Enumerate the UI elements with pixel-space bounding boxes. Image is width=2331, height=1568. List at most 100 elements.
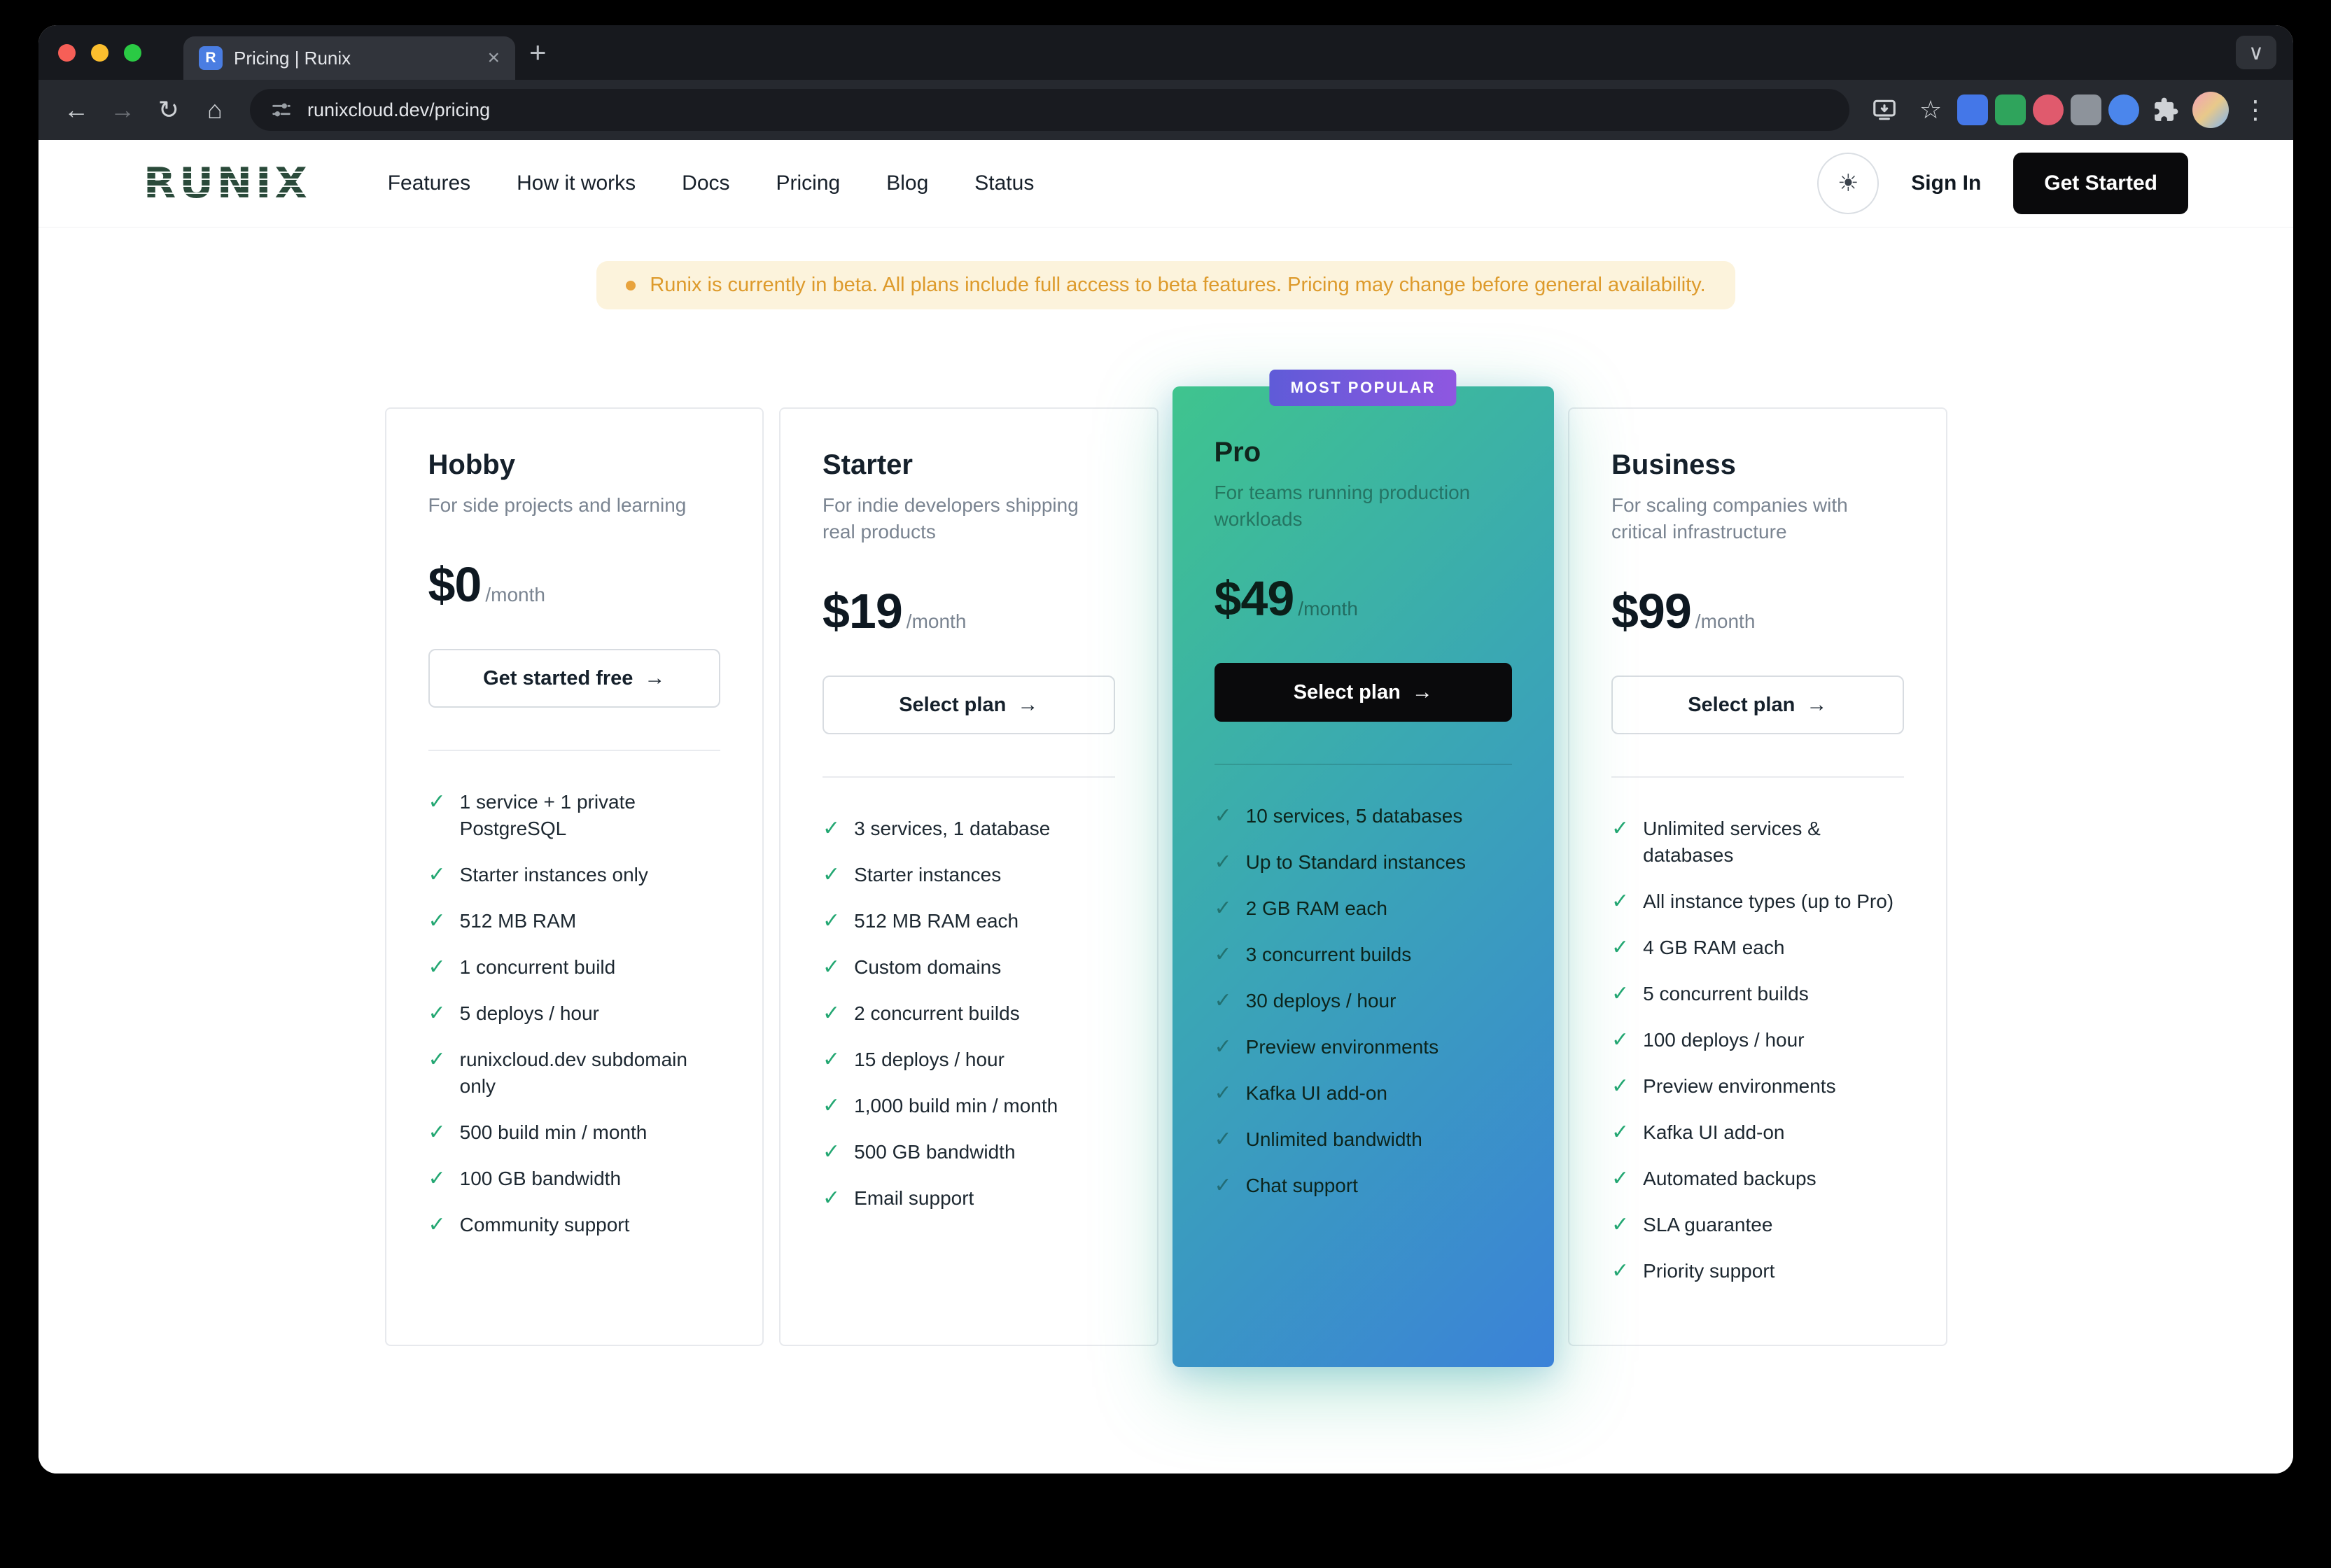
check-icon: ✓: [1214, 1172, 1232, 1199]
sign-in-link[interactable]: Sign In: [1911, 172, 1981, 195]
check-icon: ✓: [1611, 1212, 1629, 1238]
feature-text: Starter instances only: [460, 862, 648, 888]
feature-list: ✓1 service + 1 private PostgreSQL✓Starte…: [428, 789, 721, 1258]
minimize-window-button[interactable]: [91, 44, 108, 62]
feature-item: ✓ 500 build min / month: [428, 1119, 721, 1146]
tab-close-icon[interactable]: ×: [487, 48, 500, 69]
plan-name: Business: [1611, 449, 1904, 481]
nav-item-status[interactable]: Status: [974, 172, 1034, 195]
beta-banner: Runix is currently in beta. All plans in…: [596, 261, 1735, 309]
feature-item: ✓10 services, 5 databases: [1214, 803, 1513, 830]
get-started-button[interactable]: Get Started: [2013, 153, 2188, 214]
feature-text: 10 services, 5 databases: [1246, 803, 1463, 830]
bookmark-star-icon[interactable]: ☆: [1911, 90, 1950, 130]
forward-button[interactable]: →: [103, 90, 142, 130]
feature-text: 3 services, 1 database: [854, 816, 1050, 842]
home-button[interactable]: ⌂: [195, 90, 234, 130]
address-bar[interactable]: runixcloud.dev/pricing: [250, 89, 1849, 131]
extension-icon-2[interactable]: [1995, 94, 2026, 125]
feature-text: 512 MB RAM each: [854, 908, 1018, 934]
extensions-puzzle-icon[interactable]: [2146, 90, 2185, 130]
feature-item: ✓1 service + 1 private PostgreSQL: [428, 789, 721, 842]
check-icon: ✓: [428, 1119, 446, 1146]
site-info-icon[interactable]: [270, 98, 293, 122]
extension-icon-3[interactable]: [2033, 94, 2064, 125]
plan-card-pro: MOST POPULAR Pro For teams running produ…: [1172, 386, 1555, 1367]
extension-icon-1[interactable]: [1957, 94, 1988, 125]
plan-price: $19 /month: [822, 583, 1115, 639]
reload-button[interactable]: ↻: [149, 90, 188, 130]
select-plan-button-pro[interactable]: Select plan →: [1214, 663, 1513, 722]
extension-icon-4[interactable]: [2071, 94, 2101, 125]
nav-item-blog[interactable]: Blog: [886, 172, 928, 195]
nav-item-pricing[interactable]: Pricing: [776, 172, 841, 195]
feature-text: 30 deploys / hour: [1246, 988, 1396, 1014]
back-button[interactable]: ←: [57, 90, 96, 130]
plan-card-starter: Starter For indie developers shipping re…: [779, 407, 1158, 1346]
check-icon: ✓: [428, 954, 446, 981]
arrow-right-icon: →: [644, 666, 665, 690]
main-nav: Features How it works Docs Pricing Blog Statu…: [388, 172, 1035, 195]
feature-text: 500 build min / month: [460, 1119, 648, 1146]
feature-text: 5 concurrent builds: [1643, 981, 1809, 1007]
extension-icon-5[interactable]: [2108, 94, 2139, 125]
browser-menu-icon[interactable]: ⋮: [2236, 90, 2275, 130]
plan-description: For indie developers shipping real produ…: [822, 492, 1115, 545]
theme-toggle-button[interactable]: ☀: [1817, 153, 1879, 214]
check-icon: ✓: [428, 1166, 446, 1192]
feature-text: 512 MB RAM: [460, 908, 577, 934]
browser-tab[interactable]: R Pricing | Runix ×: [183, 36, 515, 80]
plan-description: For teams running production workloads: [1214, 479, 1513, 533]
arrow-right-icon: →: [1017, 693, 1038, 717]
feature-item: ✓15 deploys / hour: [822, 1046, 1115, 1073]
feature-text: runixcloud.dev subdomain only: [460, 1046, 720, 1100]
check-icon: ✓: [1611, 1166, 1629, 1192]
sun-icon: ☀: [1837, 169, 1858, 197]
plan-description: For side projects and learning: [428, 492, 721, 519]
feature-text: 1 concurrent build: [460, 954, 616, 981]
check-icon: ✓: [1611, 934, 1629, 961]
feature-item: ✓2 GB RAM each: [1214, 895, 1513, 922]
plan-price: $49 /month: [1214, 570, 1513, 626]
profile-avatar[interactable]: [2192, 92, 2229, 128]
check-icon: ✓: [1214, 988, 1232, 1014]
feature-item: ✓5 concurrent builds: [1611, 981, 1904, 1007]
feature-item: ✓4 GB RAM each: [1611, 934, 1904, 961]
feature-text: 15 deploys / hour: [854, 1046, 1004, 1073]
new-tab-button[interactable]: +: [529, 36, 547, 69]
check-icon: ✓: [1611, 1119, 1629, 1146]
runix-logo[interactable]: RUNIX: [144, 159, 311, 208]
select-plan-button-starter[interactable]: Select plan →: [822, 676, 1115, 734]
check-icon: ✓: [1611, 816, 1629, 842]
tab-search-chevron-icon[interactable]: ∨: [2236, 36, 2276, 69]
check-icon: ✓: [1611, 1073, 1629, 1100]
divider: [428, 750, 721, 751]
feature-item: ✓Kafka UI add-on: [1214, 1080, 1513, 1107]
feature-item: ✓Preview environments: [1611, 1073, 1904, 1100]
feature-text: Unlimited services & databases: [1643, 816, 1903, 869]
feature-item: ✓Custom domains: [822, 954, 1115, 981]
check-icon: ✓: [1611, 1027, 1629, 1054]
feature-text: Email support: [854, 1185, 974, 1212]
maximize-window-button[interactable]: [124, 44, 141, 62]
check-icon: ✓: [1611, 888, 1629, 915]
feature-text: SLA guarantee: [1643, 1212, 1772, 1238]
feature-item: ✓ 30 deploys / hour: [1214, 988, 1513, 1014]
browser-toolbar: ← → ↻ ⌂ runixcloud.dev/pricing ☆: [38, 80, 2293, 140]
nav-item-docs[interactable]: Docs: [682, 172, 729, 195]
plan-card-business: Business For scaling companies with crit…: [1568, 407, 1947, 1346]
plan-card-hobby: Hobby For side projects and learning $0 …: [385, 407, 764, 1346]
feature-text: Priority support: [1643, 1258, 1774, 1284]
feature-item: ✓100 deploys / hour: [1611, 1027, 1904, 1054]
feature-item: ✓3 concurrent builds: [1214, 941, 1513, 968]
nav-item-how-it-works[interactable]: How it works: [517, 172, 636, 195]
get-started-free-button[interactable]: Get started free →: [428, 649, 721, 708]
close-window-button[interactable]: [58, 44, 76, 62]
feature-text: 1 service + 1 private PostgreSQL: [460, 789, 720, 842]
check-icon: ✓: [822, 954, 840, 981]
nav-item-features[interactable]: Features: [388, 172, 470, 195]
select-plan-button-business[interactable]: Select plan →: [1611, 676, 1904, 734]
feature-item: ✓ Unlimited services & databases: [1611, 816, 1904, 869]
check-icon: ✓: [822, 862, 840, 888]
install-app-icon[interactable]: [1865, 90, 1904, 130]
